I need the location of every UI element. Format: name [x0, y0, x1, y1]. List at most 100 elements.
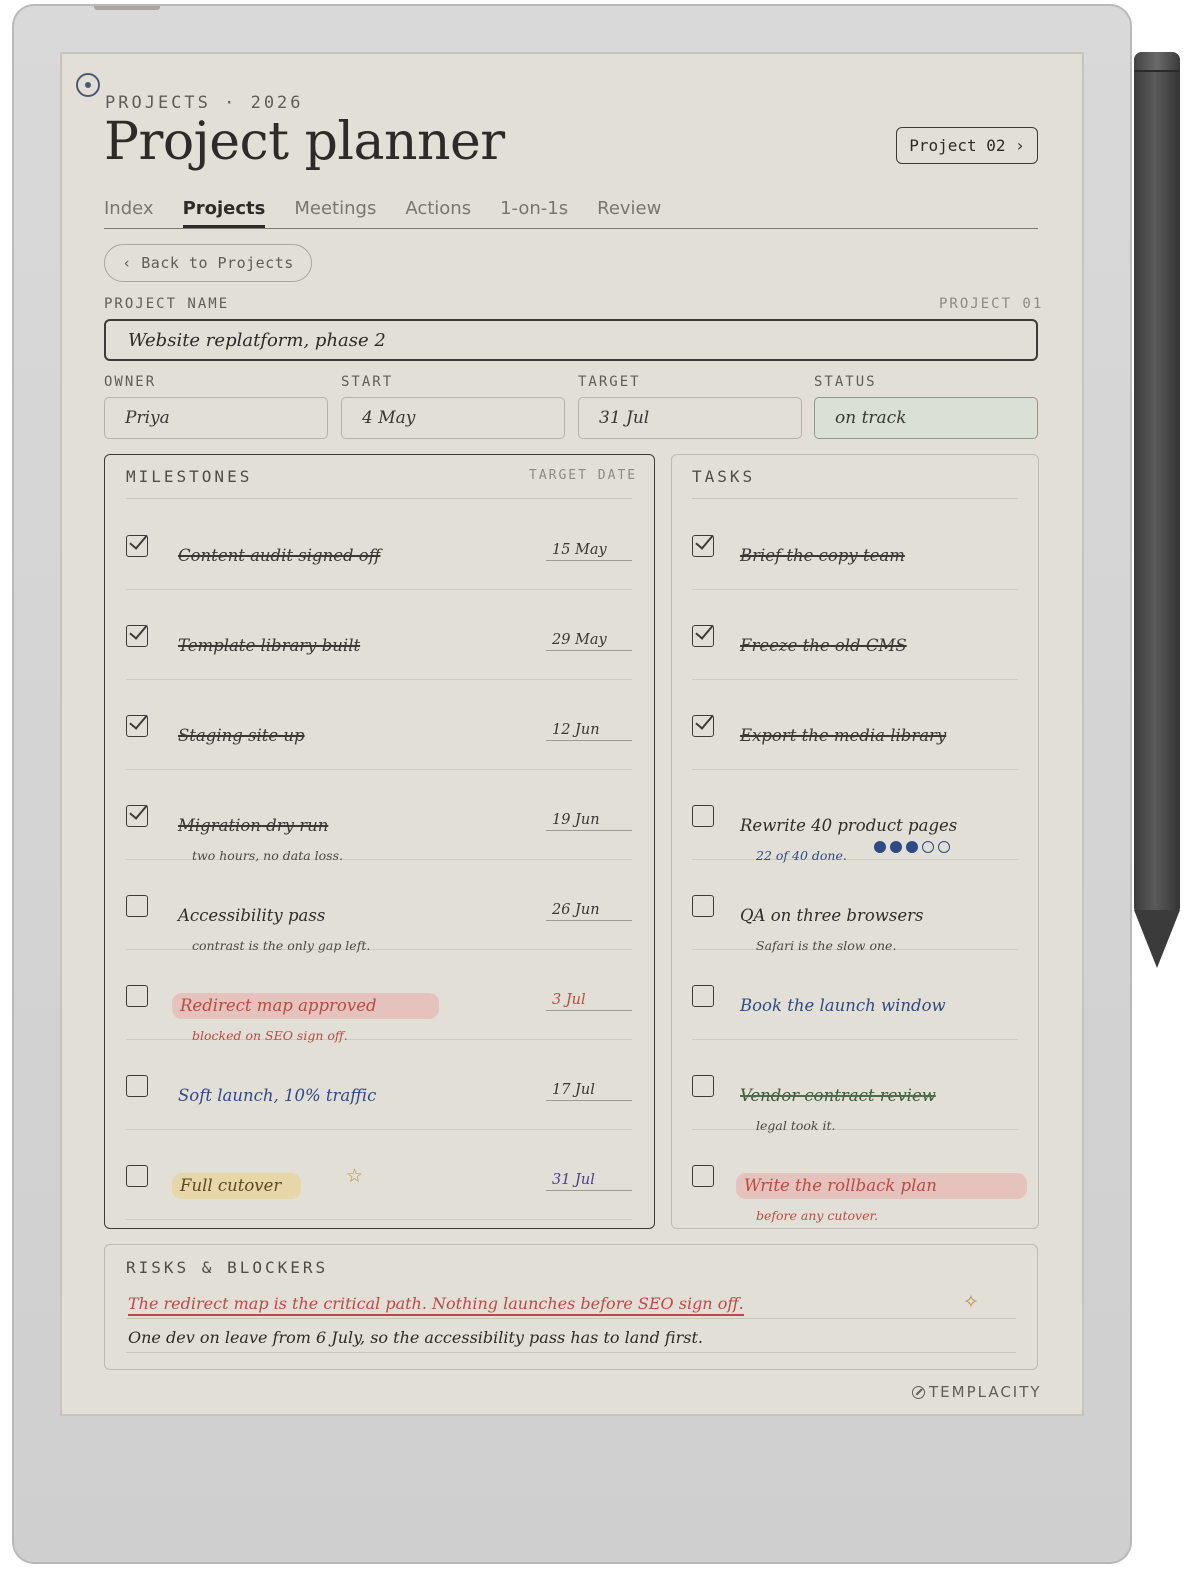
- task-checkbox[interactable]: [692, 625, 714, 647]
- task-highlight: Write the rollback plan: [736, 1173, 1027, 1199]
- milestone-date: 3 Jul: [546, 992, 632, 1011]
- milestone-date: 12 Jun: [546, 722, 632, 741]
- progress-dot: [874, 841, 886, 853]
- tasks-header-rule: [692, 498, 1018, 499]
- tab-meetings[interactable]: Meetings: [294, 198, 376, 228]
- start-field[interactable]: 4 May: [341, 397, 565, 439]
- brand-logo: TEMPLACITY: [912, 1383, 1042, 1401]
- page-title: Project planner: [104, 112, 505, 172]
- milestone-checkbox[interactable]: [126, 715, 148, 737]
- milestone-date: 19 Jun: [546, 812, 632, 831]
- task-checkbox[interactable]: [692, 1075, 714, 1097]
- risk-line: The redirect map is the critical path. N…: [128, 1294, 744, 1316]
- milestone-row: Accessibility pass contrast is the only …: [126, 860, 632, 953]
- milestone-checkbox[interactable]: [126, 985, 148, 1007]
- target-date-heading: TARGET DATE: [529, 468, 638, 483]
- milestones-heading: MILESTONES: [126, 467, 253, 486]
- risks-heading: RISKS & BLOCKERS: [126, 1258, 329, 1277]
- task-checkbox[interactable]: [692, 715, 714, 737]
- milestone-row: Template library built 29 May: [126, 590, 632, 680]
- progress-dot: [922, 841, 934, 853]
- milestone-date: 26 Jun: [546, 902, 632, 921]
- progress-dot: [890, 841, 902, 853]
- tab-actions[interactable]: Actions: [405, 198, 471, 228]
- task-text: Vendor contract review: [740, 1086, 936, 1105]
- milestone-text: Soft launch, 10% traffic: [178, 1086, 377, 1105]
- owner-label: OWNER: [104, 374, 157, 390]
- status-value: on track: [835, 408, 907, 428]
- circle-dot-icon[interactable]: [76, 73, 100, 97]
- task-row: Book the launch window: [692, 950, 1018, 1040]
- task-text: QA on three browsers: [740, 906, 924, 925]
- milestone-checkbox[interactable]: [126, 1165, 148, 1187]
- milestone-row: Migration dry run two hours, no data los…: [126, 770, 632, 863]
- project-name-field[interactable]: Website replatform, phase 2: [104, 319, 1038, 361]
- tab-projects[interactable]: Projects: [182, 198, 266, 228]
- milestone-date: 17 Jul: [546, 1082, 632, 1101]
- milestone-row: Staging site up 12 Jun: [126, 680, 632, 770]
- milestone-row: Full cutover ☆ 31 Jul: [126, 1130, 632, 1220]
- power-button: [94, 6, 160, 10]
- back-label: ‹ Back to Projects: [122, 254, 294, 272]
- task-row: QA on three browsers Safari is the slow …: [692, 860, 1018, 953]
- next-project-label: Project 02 ›: [909, 136, 1025, 155]
- target-field[interactable]: 31 Jul: [578, 397, 802, 439]
- milestone-checkbox[interactable]: [126, 895, 148, 917]
- task-row: Freeze the old CMS: [692, 590, 1018, 680]
- task-row: Rewrite 40 product pages 22 of 40 done.: [692, 770, 1018, 863]
- task-checkbox[interactable]: [692, 985, 714, 1007]
- milestone-row: Content audit signed off 15 May: [126, 500, 632, 590]
- risk-rule: [126, 1352, 1016, 1353]
- owner-field[interactable]: Priya: [104, 397, 328, 439]
- milestone-text: Migration dry run: [178, 816, 329, 835]
- status-label: STATUS: [814, 374, 877, 390]
- project-name-value: Website replatform, phase 2: [128, 329, 386, 351]
- task-text: Export the media library: [740, 726, 947, 745]
- task-progress-dots: [874, 841, 950, 853]
- milestone-row: Soft launch, 10% traffic 17 Jul: [126, 1040, 632, 1130]
- task-text: Write the rollback plan: [736, 1173, 1027, 1199]
- page-eyebrow: PROJECTS · 2026: [105, 93, 304, 113]
- milestone-checkbox[interactable]: [126, 535, 148, 557]
- back-to-projects-button[interactable]: ‹ Back to Projects: [104, 244, 312, 282]
- task-checkbox[interactable]: [692, 1165, 714, 1187]
- tasks-heading: TASKS: [692, 467, 756, 486]
- brand-name: TEMPLACITY: [929, 1383, 1042, 1401]
- owner-value: Priya: [125, 408, 170, 428]
- sparkle-icon: ✧: [963, 1291, 979, 1313]
- tab-index[interactable]: Index: [104, 198, 154, 228]
- milestone-text: Staging site up: [178, 726, 305, 745]
- milestone-text: Full cutover: [172, 1173, 302, 1199]
- task-checkbox[interactable]: [692, 805, 714, 827]
- milestone-checkbox[interactable]: [126, 1075, 148, 1097]
- milestone-checkbox[interactable]: [126, 805, 148, 827]
- tab-1-on-1s[interactable]: 1-on-1s: [500, 198, 568, 228]
- task-row: Write the rollback plan before any cutov…: [692, 1130, 1027, 1223]
- project-number-label: PROJECT 01: [939, 296, 1044, 312]
- target-label: TARGET: [578, 374, 641, 390]
- task-checkbox[interactable]: [692, 535, 714, 557]
- risk-line: One dev on leave from 6 July, so the acc…: [128, 1328, 703, 1347]
- project-name-label: PROJECT NAME: [104, 296, 230, 312]
- next-project-button[interactable]: Project 02 ›: [896, 127, 1038, 164]
- risk-rule: [126, 1318, 1016, 1319]
- milestone-highlight: Full cutover: [172, 1173, 302, 1199]
- task-row: Vendor contract review legal took it.: [692, 1040, 1018, 1133]
- milestone-date: 29 May: [546, 632, 632, 651]
- brand-mark-icon: [912, 1385, 925, 1399]
- star-icon: ☆: [346, 1165, 364, 1187]
- task-text: Freeze the old CMS: [740, 636, 907, 655]
- stylus-pen: [1134, 52, 1180, 912]
- task-note: before any cutover.: [756, 1208, 879, 1223]
- target-value: 31 Jul: [599, 408, 650, 428]
- status-field[interactable]: on track: [814, 397, 1038, 439]
- milestone-checkbox[interactable]: [126, 625, 148, 647]
- milestone-text: Redirect map approved: [172, 993, 439, 1019]
- progress-dot: [906, 841, 918, 853]
- milestone-date: 31 Jul: [546, 1172, 632, 1191]
- task-row: Export the media library: [692, 680, 1018, 770]
- tab-review[interactable]: Review: [597, 198, 661, 228]
- task-checkbox[interactable]: [692, 895, 714, 917]
- task-text: Brief the copy team: [740, 546, 905, 565]
- milestone-text: Accessibility pass: [178, 906, 326, 925]
